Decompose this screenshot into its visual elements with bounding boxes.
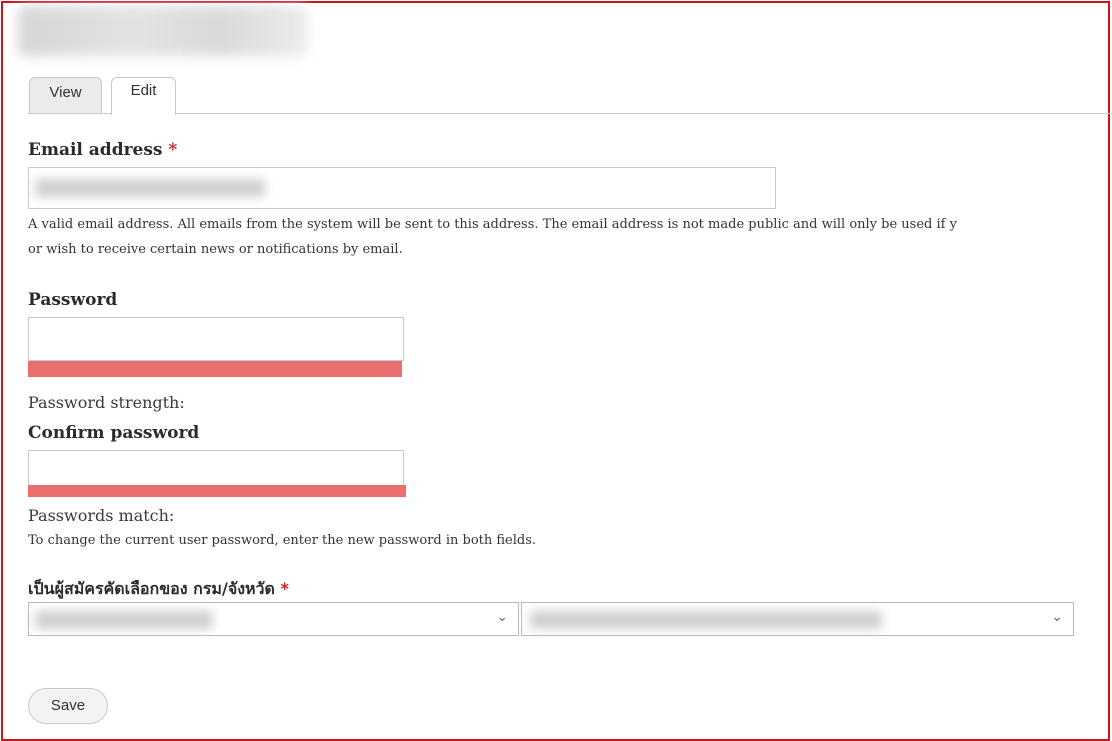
email-field[interactable]: [28, 167, 776, 209]
page-title-redacted: [18, 6, 308, 56]
required-marker: *: [280, 579, 289, 598]
province-value-redacted: [530, 611, 882, 629]
email-description-line-2: or wish to receive certain news or notif…: [28, 242, 403, 257]
department-value-redacted: [35, 611, 213, 629]
province-select[interactable]: ⌄: [521, 602, 1074, 636]
tabs-divider: [28, 113, 1112, 114]
email-label-text: Email address: [28, 140, 163, 160]
email-description-line-1: A valid email address. All emails from t…: [28, 217, 957, 232]
confirm-password-label: Confirm password: [28, 423, 200, 443]
tab-view[interactable]: View: [29, 77, 102, 113]
password-strength-label: Password strength:: [28, 393, 185, 412]
password-match-bar: [28, 485, 406, 497]
password-field[interactable]: [28, 317, 404, 361]
password-strength-bar: [28, 361, 402, 377]
confirm-password-field[interactable]: [28, 450, 404, 486]
department-province-label: เป็นผู้สมัครคัดเลือกของ กรม/จังหวัด *: [28, 577, 289, 602]
department-select[interactable]: ⌄: [28, 602, 519, 636]
password-help-text: To change the current user password, ent…: [28, 533, 537, 548]
password-label: Password: [28, 290, 118, 310]
department-province-label-text: เป็นผู้สมัครคัดเลือกของ กรม/จังหวัด: [28, 579, 275, 598]
passwords-match-label: Passwords match:: [28, 506, 175, 525]
chevron-down-icon: ⌄: [496, 609, 508, 625]
required-marker: *: [168, 140, 178, 160]
email-value-redacted: [35, 179, 265, 197]
email-label: Email address *: [28, 140, 177, 160]
chevron-down-icon: ⌄: [1051, 609, 1063, 625]
tab-edit[interactable]: Edit: [111, 77, 176, 115]
